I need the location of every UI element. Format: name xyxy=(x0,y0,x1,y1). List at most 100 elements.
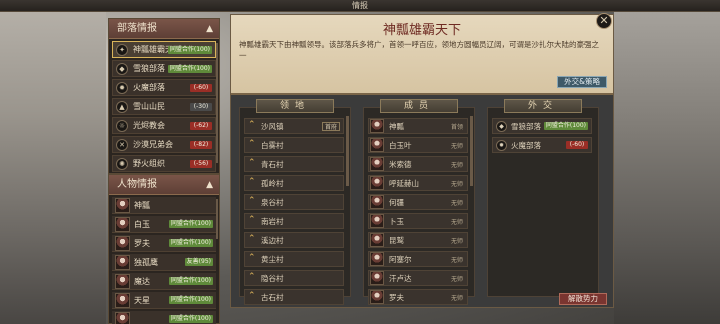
member-name: 何疆 xyxy=(389,197,404,207)
territory-row[interactable]: ⌃ 孤岭村 xyxy=(244,175,344,191)
character-row[interactable]: 白玉 同盟合作(100) xyxy=(112,216,216,233)
member-row[interactable]: 米索德 无师 xyxy=(368,156,468,172)
tribe-row[interactable]: ✕ 沙漠兄弟会 (-82) xyxy=(112,136,216,153)
wolf-icon: ◆ xyxy=(496,121,507,132)
tribe-row[interactable]: ◆ 雪狼部落 同盟合作(100) xyxy=(112,60,216,77)
tribe-intel-panel: 部落情报 ▲ ✦神瓢雄霸天下●同盟合作(100) ◆雪狼部落同盟合作(100) ✹火… xyxy=(108,18,220,174)
relation-badge: 同盟合作(100) xyxy=(167,46,212,54)
territory-row[interactable]: ⌃ 溪边村 xyxy=(244,232,344,248)
member-row[interactable]: 白玉叶 无师 xyxy=(368,137,468,153)
territory-name: 孤岭村 xyxy=(261,178,284,188)
territory-row[interactable]: ⌃ 黄尘村 xyxy=(244,251,344,267)
tribe-row[interactable]: ✹ 火魔部落 (-60) xyxy=(112,79,216,96)
faction-detail-panel: 神瓢雄霸天下 神瓢雄霸天下由神瓢领导。该部落兵多将广，首领一呼百应，领地方圆幅员… xyxy=(230,14,614,308)
territory-row[interactable]: ⌃ 沙风镇 首府 xyxy=(244,118,344,134)
chevron-rank-icon: ⌃ xyxy=(248,177,256,187)
territory-header: 领地 xyxy=(256,99,334,113)
character-name: 魔达 xyxy=(134,276,150,286)
character-name: 罗夫 xyxy=(134,238,150,248)
tribe-name: 雪山山民 xyxy=(133,102,165,111)
star-icon: ✦ xyxy=(116,44,128,56)
character-row[interactable]: 独孤鹰 友善(95) xyxy=(112,254,216,271)
tribe-name: 沙漠兄弟会 xyxy=(133,140,173,149)
close-icon[interactable]: ✕ xyxy=(596,13,612,29)
tribe-row[interactable]: ▲ 雪山山民 (-30) xyxy=(112,98,216,115)
diplomacy-column: 外交 ◆ 雪狼部落 同盟合作(100) ✹ 火魔部落 (-60) xyxy=(487,99,599,297)
member-status: 无师 xyxy=(450,181,463,188)
chevron-up-icon[interactable]: ▲ xyxy=(206,19,213,39)
background-right xyxy=(614,0,720,324)
chevron-rank-icon: ⌃ xyxy=(248,215,256,225)
chevron-up-icon[interactable]: ▲ xyxy=(206,175,213,195)
territory-list: ⌃ 沙风镇 首府 ⌃ 白雾村 ⌃ 青石村 ⌃ 孤岭村 ⌃ 泉谷村 ⌃ 南岩村 ⌃ 溪边村 ⌃ 黄尘村 ⌃ 隐谷村 ⌃ 古… xyxy=(244,118,344,308)
territory-row[interactable]: ⌃ 隐谷村 xyxy=(244,270,344,286)
member-row[interactable]: 卜玉 无师 xyxy=(368,213,468,229)
member-row[interactable]: 阿塞尔 无师 xyxy=(368,251,468,267)
territory-row[interactable]: ⌃ 白雾村 xyxy=(244,137,344,153)
diplomacy-name: 雪狼部落 xyxy=(511,121,541,131)
diplomacy-name: 火魔部落 xyxy=(511,140,541,150)
territory-name: 青石村 xyxy=(261,159,284,169)
character-intel-header[interactable]: 人物情报 ▲ xyxy=(109,175,219,195)
character-scrollbar[interactable] xyxy=(216,199,218,239)
character-row[interactable]: 魔达 同盟合作(100) xyxy=(112,273,216,290)
relation-badge: (-56) xyxy=(190,160,212,168)
tribe-scrollbar[interactable] xyxy=(216,43,218,163)
member-row[interactable]: 何疆 无师 xyxy=(368,194,468,210)
relation-badge: (-60) xyxy=(566,141,588,149)
tribe-row[interactable]: ✺ 野火组织 (-56) xyxy=(112,155,216,172)
tribe-name: 光烬教会 xyxy=(133,121,165,130)
member-status: 无师 xyxy=(450,219,463,226)
tribe-row[interactable]: ☼ 光烬教会 (-62) xyxy=(112,117,216,134)
members-scrollbar[interactable] xyxy=(470,116,473,186)
character-row[interactable]: 神瓢 xyxy=(112,197,216,214)
member-name: 呼延赫山 xyxy=(389,178,419,188)
avatar xyxy=(370,214,384,228)
window-title: 情报 xyxy=(0,0,720,12)
avatar xyxy=(370,195,384,209)
territory-row[interactable]: ⌃ 青石村 xyxy=(244,156,344,172)
character-row[interactable]: 同盟合作(100) xyxy=(112,311,216,324)
member-row[interactable]: 昆鹫 无师 xyxy=(368,232,468,248)
relation-badge: 同盟合作(100) xyxy=(168,296,213,304)
avatar xyxy=(115,274,130,289)
territory-name: 黄尘村 xyxy=(261,254,284,264)
diplomacy-row[interactable]: ◆ 雪狼部落 同盟合作(100) xyxy=(492,118,592,134)
member-row[interactable]: 汗卢达 无师 xyxy=(368,270,468,286)
territory-name: 溪边村 xyxy=(261,235,284,245)
disband-faction-button[interactable]: 解散势力 xyxy=(559,293,607,305)
territory-name: 古石村 xyxy=(261,292,284,302)
territory-name: 隐谷村 xyxy=(261,273,284,283)
flame-icon: ✺ xyxy=(116,158,128,170)
tribe-row[interactable]: ✦神瓢雄霸天下●同盟合作(100) xyxy=(112,41,216,58)
avatar xyxy=(115,312,130,324)
avatar xyxy=(115,293,130,308)
character-row[interactable]: 罗夫 同盟合作(100) xyxy=(112,235,216,252)
chevron-rank-icon: ⌃ xyxy=(248,139,256,149)
member-status: 无师 xyxy=(450,238,463,245)
member-status: 无师 xyxy=(450,143,463,150)
tribe-name: 火魔部落 xyxy=(133,83,165,92)
member-row[interactable]: 神瓢 首领 xyxy=(368,118,468,134)
member-name: 卜玉 xyxy=(389,216,404,226)
tribe-intel-header[interactable]: 部落情报 ▲ xyxy=(109,19,219,39)
member-status: 无师 xyxy=(450,200,463,207)
character-name: 白玉 xyxy=(134,219,150,229)
avatar xyxy=(370,252,384,266)
member-row[interactable]: 罗夫 无师 xyxy=(368,289,468,305)
diplomacy-row[interactable]: ✹ 火魔部落 (-60) xyxy=(492,137,592,153)
character-row[interactable]: 天星 同盟合作(100) xyxy=(112,292,216,309)
swords-icon: ✕ xyxy=(116,139,128,151)
relation-badge: 友善(95) xyxy=(184,258,213,266)
territory-row[interactable]: ⌃ 南岩村 xyxy=(244,213,344,229)
territory-row[interactable]: ⌃ 泉谷村 xyxy=(244,194,344,210)
chevron-rank-icon: ⌃ xyxy=(248,158,256,168)
member-status: 无师 xyxy=(450,162,463,169)
chevron-rank-icon: ⌃ xyxy=(248,272,256,282)
territory-scrollbar[interactable] xyxy=(346,116,349,186)
character-name: 神瓢 xyxy=(134,200,150,210)
territory-row[interactable]: ⌃ 古石村 xyxy=(244,289,344,305)
member-row[interactable]: 呼延赫山 无师 xyxy=(368,175,468,191)
chevron-rank-icon: ⌃ xyxy=(248,291,256,301)
diplomacy-strategy-button[interactable]: 外交&策略 xyxy=(557,76,607,88)
